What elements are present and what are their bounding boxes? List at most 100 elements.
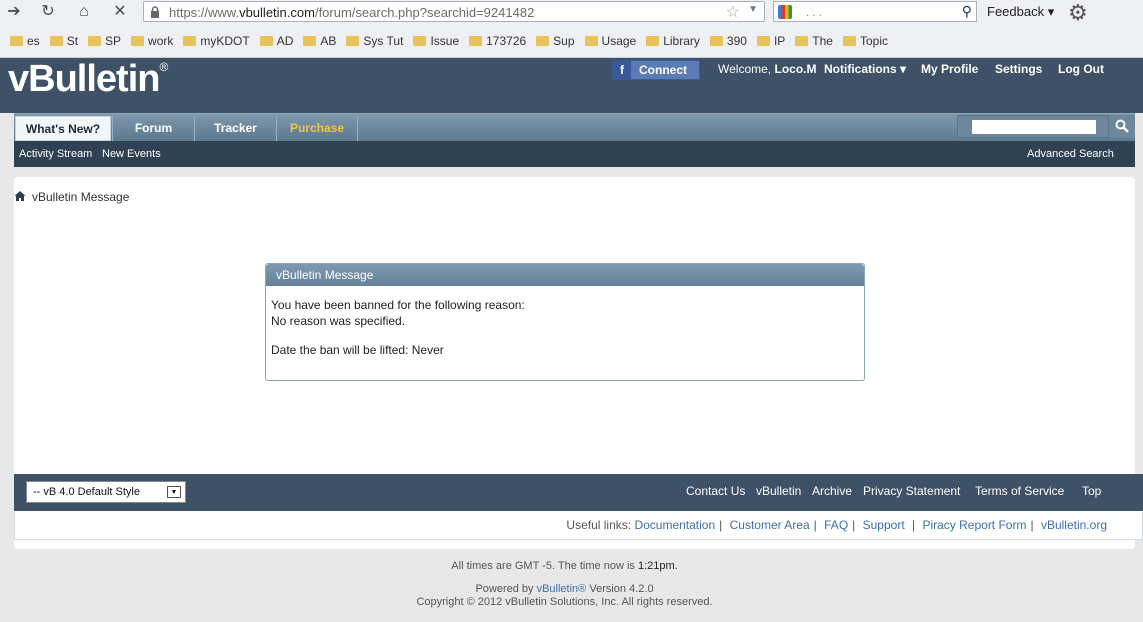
address-bar[interactable]: https://www.vbulletin.com/forum/search.p… — [143, 1, 765, 22]
folder-icon — [795, 36, 809, 46]
facebook-connect-button[interactable]: f Connect — [612, 60, 700, 80]
message-line: Date the ban will be lifted: Never — [271, 343, 444, 357]
subnav — [14, 141, 1135, 167]
message-line: No reason was specified. — [271, 314, 406, 328]
folder-icon — [183, 36, 197, 46]
folder-icon — [346, 36, 360, 46]
feedback-button[interactable]: Feedback ▾ — [987, 4, 1054, 20]
bookmark-item[interactable]: es — [10, 34, 40, 48]
terms-of-service-link[interactable]: Terms of Service — [975, 484, 1064, 498]
tab-tracker[interactable]: Tracker — [194, 116, 276, 141]
top-link[interactable]: Top — [1082, 484, 1101, 498]
copyright: Copyright © 2012 vBulletin Solutions, In… — [416, 596, 713, 608]
notifications-menu[interactable]: Notifications ▾ — [824, 62, 906, 76]
time-info: All times are GMT -5. The time now is 1:… — [451, 560, 678, 572]
message-line: You have been banned for the following r… — [271, 298, 525, 312]
search-icon[interactable]: ⚲ — [962, 3, 972, 20]
bookmark-item[interactable]: IP — [756, 34, 785, 48]
folder-icon — [584, 36, 598, 46]
contact-us-link[interactable]: Contact Us — [686, 484, 745, 498]
tab-whats-new[interactable]: What's New? — [15, 116, 111, 141]
forward-icon[interactable]: ➔ — [2, 2, 26, 22]
folder-icon — [10, 36, 23, 46]
lock-icon — [151, 6, 159, 18]
folder-icon — [413, 36, 427, 46]
breadcrumb: vBulletin Message — [14, 190, 129, 204]
bookmarks-bar: es St SP work myKDOT AD AB Sys Tut Issue 173726 Su… — [0, 34, 1143, 56]
folder-icon — [469, 36, 483, 46]
vbulletin-logo[interactable]: vBulletin® — [8, 58, 168, 101]
bookmark-item[interactable]: myKDOT — [183, 34, 250, 48]
vbulletin-org-link[interactable]: vBulletin.org — [1041, 518, 1107, 532]
bookmark-item[interactable]: The — [795, 34, 833, 48]
bookmark-item[interactable]: SP — [88, 34, 121, 48]
folder-icon — [259, 36, 273, 46]
folder-icon — [131, 36, 145, 46]
url-text: https://www.vbulletin.com/forum/search.p… — [169, 5, 535, 20]
activity-stream-link[interactable]: Activity Stream — [19, 148, 92, 160]
bookmark-item[interactable]: work — [131, 34, 173, 48]
folder-icon — [756, 36, 770, 46]
facebook-icon: f — [613, 61, 631, 79]
search-icon[interactable] — [1109, 115, 1135, 138]
useful-links: Useful links: Documentation | Customer Ar… — [566, 518, 1107, 532]
bookmark-item[interactable]: Topic — [842, 34, 888, 48]
bookmark-item[interactable]: AB — [303, 34, 336, 48]
breadcrumb-current: vBulletin Message — [32, 190, 130, 204]
chevron-down-icon[interactable]: ▼ — [167, 486, 181, 498]
browser-search-query: ... — [806, 5, 826, 19]
message-body: You have been banned for the following r… — [271, 297, 525, 358]
powered-by: Powered by vBulletin® Version 4.2.0 Copy… — [0, 583, 1129, 609]
folder-icon — [303, 36, 317, 46]
message-title: vBulletin Message — [266, 264, 864, 286]
username-link[interactable]: Loco.M — [774, 62, 816, 76]
bookmark-item[interactable]: Sup — [536, 34, 575, 48]
vbulletin-powered-link[interactable]: vBulletin® — [537, 583, 587, 595]
folder-icon — [536, 36, 550, 46]
bookmark-star-icon[interactable]: ☆ — [726, 2, 740, 22]
archive-link[interactable]: Archive — [812, 484, 852, 498]
reload-icon[interactable]: ↻ — [36, 2, 60, 22]
home-icon[interactable]: ⌂ — [72, 2, 96, 22]
folder-icon — [646, 36, 660, 46]
logout-link[interactable]: Log Out — [1058, 62, 1104, 76]
faq-link[interactable]: FAQ — [824, 518, 848, 532]
bookmark-item[interactable]: AD — [259, 34, 293, 48]
folder-icon — [842, 36, 856, 46]
privacy-statement-link[interactable]: Privacy Statement — [863, 484, 960, 498]
new-events-link[interactable]: New Events — [102, 148, 161, 160]
folder-icon — [88, 36, 102, 46]
documentation-link[interactable]: Documentation — [634, 518, 715, 532]
bookmark-item[interactable]: 390 — [709, 34, 747, 48]
home-icon[interactable] — [14, 190, 26, 202]
tab-forum[interactable]: Forum — [112, 116, 194, 141]
welcome-text: Welcome, Loco.M — [718, 62, 817, 76]
tab-purchase[interactable]: Purchase — [276, 116, 358, 141]
folder-icon — [49, 36, 63, 46]
bookmark-item[interactable]: Issue — [413, 34, 459, 48]
my-profile-link[interactable]: My Profile — [921, 62, 978, 76]
folder-icon — [709, 36, 723, 46]
gear-icon[interactable]: ⚙ — [1068, 0, 1088, 26]
message-box: vBulletin Message You have been banned f… — [265, 263, 865, 381]
bookmark-item[interactable]: Usage — [584, 34, 636, 48]
site-search-input[interactable] — [972, 120, 1096, 134]
bookmark-item[interactable]: 173726 — [469, 34, 526, 48]
advanced-search-link[interactable]: Advanced Search — [1027, 148, 1114, 160]
support-link[interactable]: Support — [863, 518, 905, 532]
settings-link[interactable]: Settings — [995, 62, 1042, 76]
bookmark-item[interactable]: Library — [646, 34, 700, 48]
piracy-report-link[interactable]: Piracy Report Form — [922, 518, 1026, 532]
bookmark-item[interactable]: Sys Tut — [346, 34, 403, 48]
vbulletin-link[interactable]: vBulletin — [756, 484, 801, 498]
style-select[interactable]: -- vB 4.0 Default Style ▼ — [26, 481, 186, 503]
customer-area-link[interactable]: Customer Area — [730, 518, 810, 532]
bookmark-item[interactable]: St — [49, 34, 78, 48]
chevron-down-icon[interactable]: ▼ — [748, 4, 758, 15]
google-icon — [778, 5, 792, 19]
useful-links-label: Useful links: — [566, 518, 632, 532]
site-search-box — [957, 115, 1109, 138]
time-now: 1:21pm. — [637, 560, 678, 572]
stop-icon[interactable]: ✕ — [108, 2, 132, 22]
browser-search-box[interactable]: ... ⚲ — [773, 1, 977, 22]
